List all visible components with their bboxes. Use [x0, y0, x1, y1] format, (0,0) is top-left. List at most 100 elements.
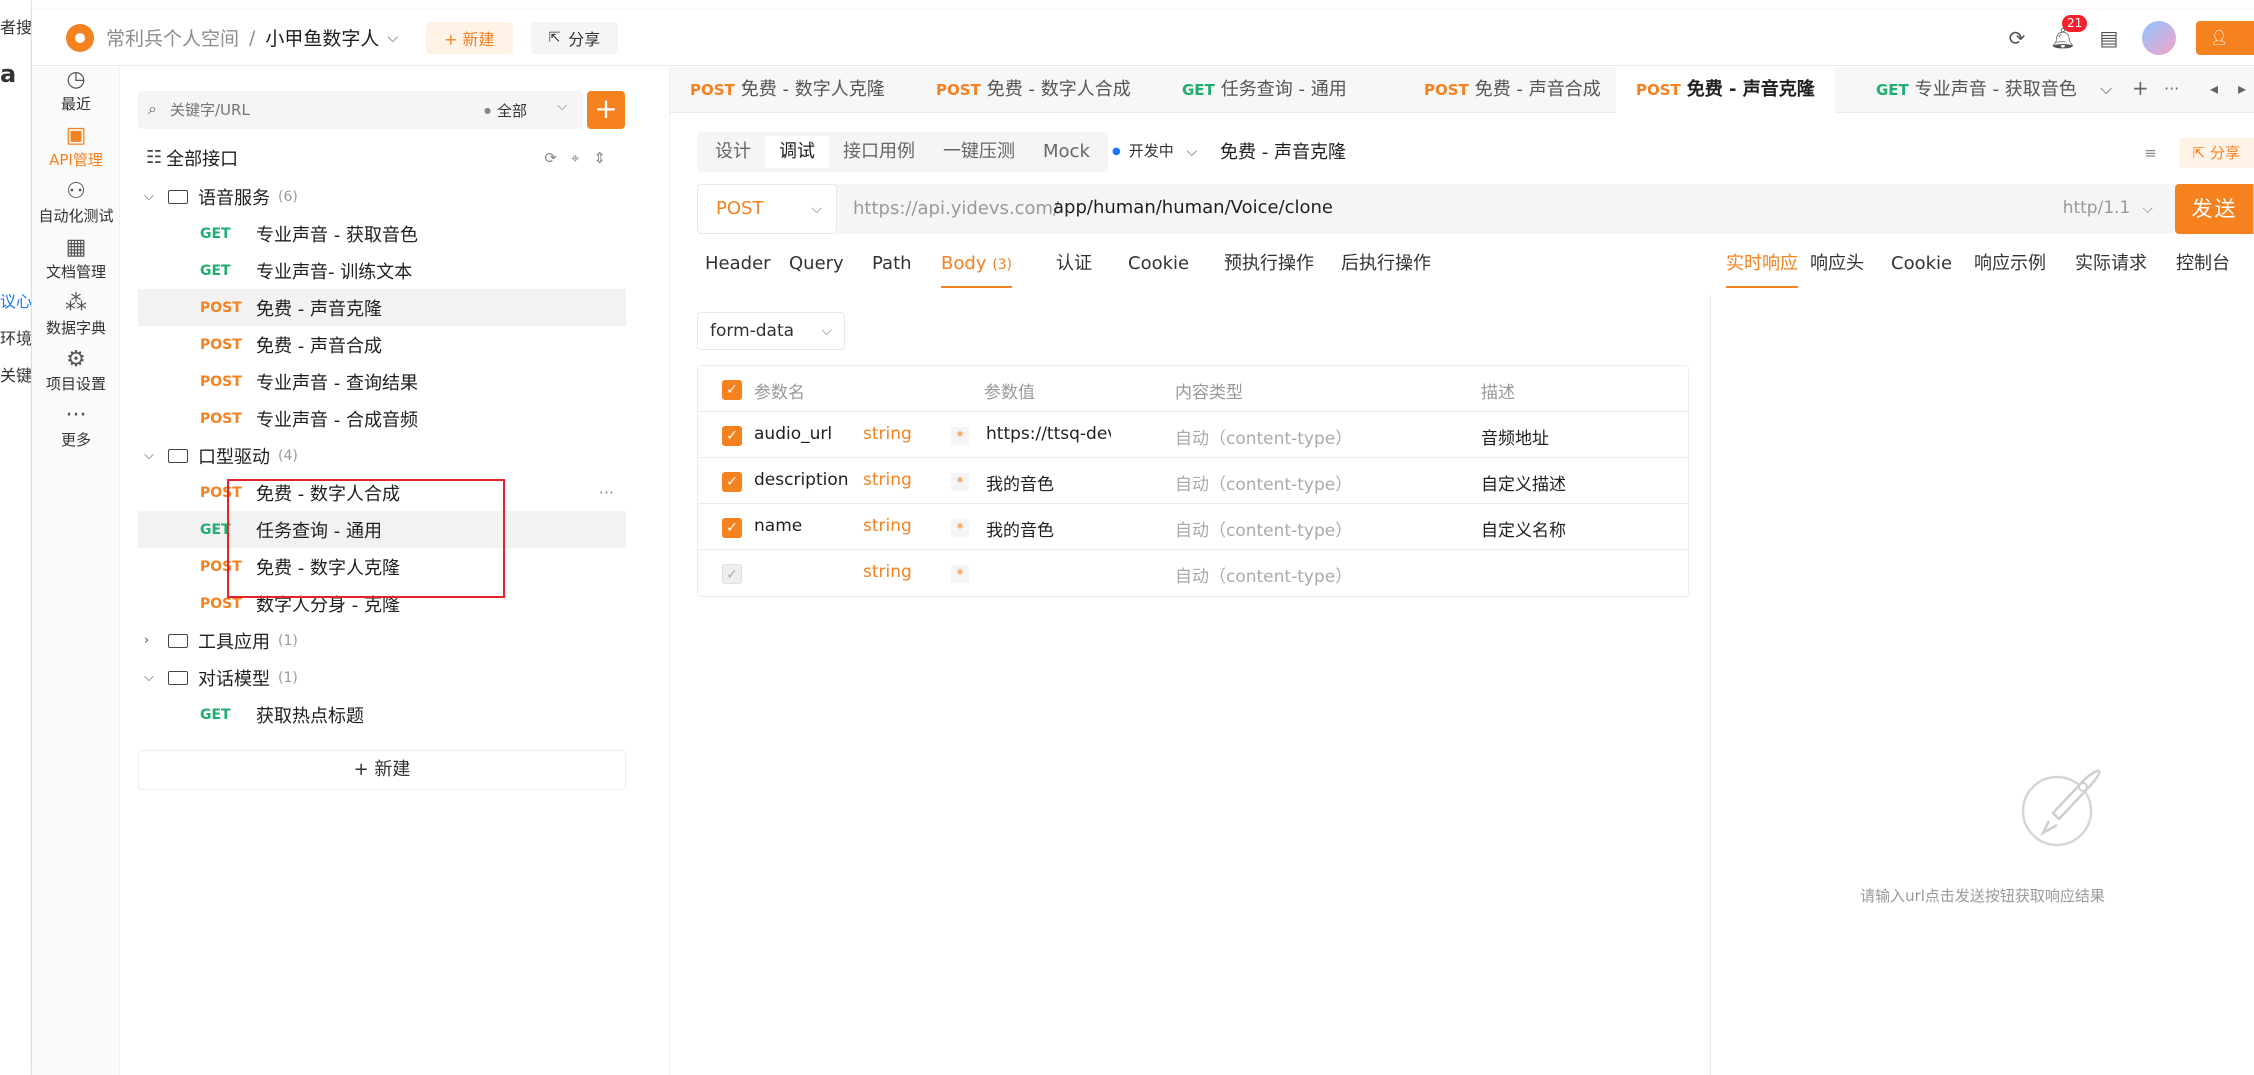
chevron-down-icon[interactable]: ⌵	[144, 670, 162, 685]
mode-cases[interactable]: 接口用例	[829, 136, 929, 168]
rail-item-dict[interactable]: ⁂ 数据字典	[32, 291, 120, 338]
bell-icon[interactable]: 🔔︎ 21	[2050, 15, 2088, 51]
tree-item[interactable]: POST 免费 - 数字人合成 ···	[138, 474, 626, 511]
locate-icon[interactable]: ⌖	[571, 149, 579, 167]
send-button[interactable]: 发送	[2175, 184, 2254, 234]
rail-item-api[interactable]: ▣ API管理	[32, 123, 120, 170]
param-value[interactable]: 我的音色	[986, 470, 1111, 495]
select-all-checkbox[interactable]: ✓	[722, 380, 742, 400]
next-tab-icon[interactable]: ▸	[2238, 79, 2246, 98]
tab-auth[interactable]: 认证	[1056, 242, 1092, 288]
tab-header[interactable]: Header	[705, 242, 771, 288]
new-button[interactable]: + 新建	[426, 21, 513, 54]
param-value[interactable]: 我的音色	[986, 516, 1111, 541]
tab-api[interactable]: POST 免费 - 数字人克隆	[670, 67, 905, 113]
chevron-down-icon[interactable]: ⌵	[144, 448, 162, 463]
param-content-type[interactable]: 自动（content-type）	[1175, 516, 1352, 541]
refresh-icon[interactable]: ⟳	[544, 149, 557, 167]
rail-item-more[interactable]: ··· 更多	[32, 403, 120, 450]
required-marker[interactable]: *	[951, 427, 969, 445]
chevron-down-icon[interactable]: ⌵	[144, 189, 162, 204]
param-type[interactable]: string	[863, 424, 912, 444]
format-icon[interactable]: ≡	[2144, 144, 2157, 162]
required-marker[interactable]: *	[951, 519, 969, 537]
method-select[interactable]: POST ⌵	[697, 184, 837, 234]
chevron-down-icon[interactable]: ⌵	[2100, 79, 2112, 99]
mode-debug[interactable]: 调试	[765, 136, 829, 168]
tree-folder[interactable]: ⌵ 语音服务 (6)	[138, 178, 626, 215]
tab-api-active[interactable]: POST 免费 - 声音克隆	[1616, 67, 1835, 113]
tree-item[interactable]: GET 获取热点标题	[138, 696, 626, 733]
row-checkbox[interactable]: ✓	[722, 564, 742, 584]
tab-actual-request[interactable]: 实际请求	[2075, 242, 2147, 288]
tab-api[interactable]: GET 专业声音 - 获取音色	[1856, 67, 2097, 113]
add-tab-icon[interactable]: +	[2132, 76, 2149, 100]
rail-item-docs[interactable]: ▦ 文档管理	[32, 235, 120, 282]
tab-path[interactable]: Path	[872, 242, 912, 288]
row-checkbox[interactable]: ✓	[722, 518, 742, 538]
param-value[interactable]: https://ttsq-dev-1310	[986, 424, 1111, 444]
tab-response-example[interactable]: 响应示例	[1974, 242, 2046, 288]
tree-root-all[interactable]: ☷ 全部接口 ⟳ ⌖ ⇕	[138, 139, 626, 176]
share-api-button[interactable]: ⇱ 分享	[2178, 138, 2254, 168]
tree-folder[interactable]: ⌵ 口型驱动 (4)	[138, 437, 626, 474]
app-logo-icon[interactable]	[66, 23, 94, 52]
avatar[interactable]	[2142, 21, 2176, 55]
required-marker[interactable]: *	[951, 565, 969, 583]
base-url[interactable]: https://api.yidevs.com/	[853, 198, 1059, 219]
search-input[interactable]	[170, 91, 470, 129]
note-icon[interactable]: ▤	[2096, 25, 2122, 51]
chevron-down-icon[interactable]: ⌵	[387, 30, 398, 46]
tab-post-script[interactable]: 后执行操作	[1341, 242, 1431, 288]
tab-realtime-response[interactable]: 实时响应	[1726, 242, 1798, 288]
tree-item[interactable]: POST 免费 - 声音合成	[138, 326, 626, 363]
param-content-type[interactable]: 自动（content-type）	[1175, 470, 1352, 495]
status-select[interactable]: 开发中 ⌵	[1112, 140, 1197, 161]
tab-cookie[interactable]: Cookie	[1128, 242, 1189, 288]
add-api-button[interactable]: +	[587, 91, 625, 129]
prev-tab-icon[interactable]: ◂	[2210, 79, 2218, 98]
filter-select[interactable]: 全部	[484, 100, 527, 121]
tab-response-cookie[interactable]: Cookie	[1891, 242, 1952, 288]
param-desc[interactable]: 音频地址	[1481, 424, 1549, 449]
tree-item[interactable]: POST 数字人分身 - 克隆	[138, 585, 626, 622]
tree-item[interactable]: POST 免费 - 数字人克隆	[138, 548, 626, 585]
tree-item-selected[interactable]: POST 免费 - 声音克隆	[138, 289, 626, 326]
api-name[interactable]: 免费 - 声音克隆	[1220, 138, 1346, 164]
param-desc[interactable]: 自定义描述	[1481, 470, 1566, 495]
tab-body[interactable]: Body (3)	[941, 242, 1013, 288]
param-type[interactable]: string	[863, 562, 912, 582]
url-path-input[interactable]: app/human/human/Voice/clone	[1053, 197, 1333, 218]
required-marker[interactable]: *	[951, 473, 969, 491]
chevron-right-icon[interactable]: ›	[144, 633, 162, 648]
invite-button[interactable]: 👤︎	[2196, 21, 2254, 55]
tab-pre-script[interactable]: 预执行操作	[1224, 242, 1314, 288]
sync-icon[interactable]: ⟳	[2004, 25, 2030, 51]
mode-mock[interactable]: Mock	[1029, 136, 1104, 168]
row-checkbox[interactable]: ✓	[722, 426, 742, 446]
param-content-type[interactable]: 自动（content-type）	[1175, 562, 1352, 587]
tree-item[interactable]: GET 专业声音 - 获取音色	[138, 215, 626, 252]
tree-item[interactable]: POST 专业声音 - 合成音频	[138, 400, 626, 437]
tree-item[interactable]: GET 任务查询 - 通用	[138, 511, 626, 548]
tree-folder[interactable]: ⌵ 对话模型 (1)	[138, 659, 626, 696]
share-button[interactable]: ⇱ 分享	[530, 21, 619, 54]
more-icon[interactable]: ···	[599, 483, 614, 502]
breadcrumb-project[interactable]: 小甲鱼数字人	[265, 24, 379, 51]
param-type[interactable]: string	[863, 516, 912, 536]
tab-api[interactable]: POST 免费 - 数字人合成	[916, 67, 1151, 113]
protocol-select[interactable]: http/1.1 ⌵	[2063, 198, 2153, 218]
body-type-select[interactable]: form-data ⌵	[697, 312, 845, 350]
row-checkbox[interactable]: ✓	[722, 472, 742, 492]
param-content-type[interactable]: 自动（content-type）	[1175, 424, 1352, 449]
more-icon[interactable]: ···	[2164, 79, 2179, 98]
collapse-icon[interactable]: ⇕	[593, 149, 606, 167]
tree-folder[interactable]: › 工具应用 (1)	[138, 622, 626, 659]
chevron-down-icon[interactable]: ⌵	[557, 99, 567, 114]
mode-stress[interactable]: 一键压测	[929, 136, 1029, 168]
tab-api[interactable]: POST 免费 - 声音合成	[1404, 67, 1621, 113]
tab-response-headers[interactable]: 响应头	[1810, 242, 1864, 288]
tree-item[interactable]: POST 专业声音 - 查询结果	[138, 363, 626, 400]
new-item-button[interactable]: + 新建	[138, 750, 626, 790]
rail-item-settings[interactable]: ⚙ 项目设置	[32, 347, 120, 394]
